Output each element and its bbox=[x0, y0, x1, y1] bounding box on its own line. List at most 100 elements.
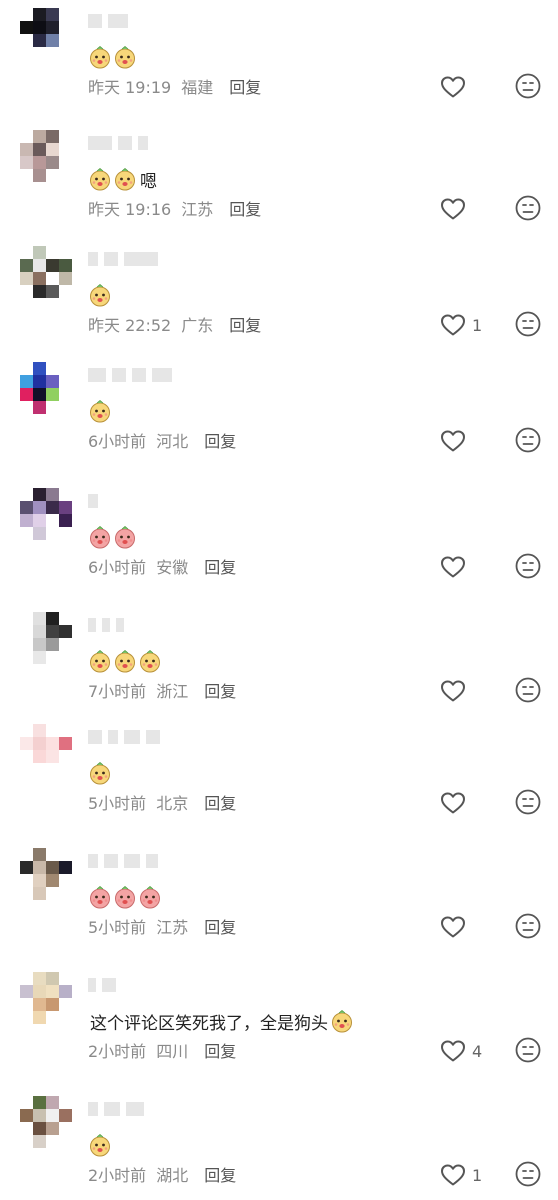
like-button[interactable] bbox=[440, 426, 466, 456]
like-button[interactable] bbox=[440, 676, 466, 706]
comment-time: 5小时前 bbox=[88, 918, 147, 937]
heart-icon bbox=[440, 679, 466, 703]
comment-body: 这个评论区笑死我了，全是狗头 bbox=[88, 1006, 355, 1036]
username-blurred[interactable] bbox=[88, 616, 124, 634]
comment-body bbox=[88, 280, 113, 310]
comment-time: 昨天 22:52 bbox=[88, 316, 172, 335]
comment-location: 江苏 bbox=[181, 200, 214, 219]
dislike-face-icon[interactable] bbox=[515, 677, 541, 703]
heart-icon bbox=[440, 197, 466, 221]
like-button[interactable] bbox=[440, 194, 466, 224]
like-button[interactable] bbox=[440, 552, 466, 582]
comment-meta: 6小时前 安徽 回复 bbox=[88, 554, 236, 578]
avatar[interactable] bbox=[20, 724, 72, 776]
username-blurred[interactable] bbox=[88, 852, 158, 870]
reply-button[interactable]: 回复 bbox=[204, 914, 236, 938]
like-button[interactable] bbox=[440, 788, 466, 818]
doge-emoji-icon bbox=[88, 167, 112, 191]
reply-button[interactable]: 回复 bbox=[204, 554, 236, 578]
reply-button[interactable]: 回复 bbox=[204, 790, 236, 814]
heart-icon bbox=[440, 1163, 466, 1187]
doge-emoji-icon bbox=[138, 885, 162, 909]
comment-meta: 昨天 19:19 福建 回复 bbox=[88, 74, 261, 98]
like-button[interactable] bbox=[440, 72, 466, 102]
like-button[interactable]: 1 bbox=[440, 1160, 482, 1190]
avatar[interactable] bbox=[20, 362, 72, 414]
like-count: 1 bbox=[472, 1165, 483, 1185]
doge-emoji-icon bbox=[113, 45, 137, 69]
comment-location: 北京 bbox=[156, 794, 189, 813]
heart-icon bbox=[440, 429, 466, 453]
comment-time: 2小时前 bbox=[88, 1042, 147, 1061]
like-button[interactable]: 4 bbox=[440, 1036, 482, 1066]
comment-body bbox=[88, 396, 113, 426]
dislike-face-icon[interactable] bbox=[515, 73, 541, 99]
reply-button[interactable]: 回复 bbox=[204, 1162, 236, 1186]
heart-icon bbox=[440, 1039, 466, 1063]
dislike-face-icon[interactable] bbox=[515, 553, 541, 579]
dislike-face-icon[interactable] bbox=[515, 1037, 541, 1063]
username-blurred[interactable] bbox=[88, 728, 160, 746]
reply-button[interactable]: 回复 bbox=[229, 74, 261, 98]
doge-emoji-icon bbox=[138, 649, 162, 673]
doge-emoji-icon bbox=[330, 1009, 354, 1033]
avatar[interactable] bbox=[20, 488, 72, 540]
comment-location: 广东 bbox=[181, 316, 214, 335]
dislike-face-icon[interactable] bbox=[515, 195, 541, 221]
avatar[interactable] bbox=[20, 1096, 72, 1148]
username-blurred[interactable] bbox=[88, 492, 98, 510]
heart-icon bbox=[440, 313, 466, 337]
reply-button[interactable]: 回复 bbox=[229, 312, 261, 336]
comment-meta: 昨天 22:52 广东 回复 bbox=[88, 312, 261, 336]
comment-location: 福建 bbox=[181, 78, 214, 97]
comment-time: 6小时前 bbox=[88, 558, 147, 577]
reply-button[interactable]: 回复 bbox=[204, 428, 236, 452]
comment-text: 这个评论区笑死我了，全是狗头 bbox=[90, 1013, 328, 1034]
like-button[interactable] bbox=[440, 912, 466, 942]
avatar[interactable] bbox=[20, 848, 72, 900]
doge-emoji-icon bbox=[88, 649, 112, 673]
username-blurred[interactable] bbox=[88, 12, 128, 30]
doge-emoji-icon bbox=[88, 283, 112, 307]
dislike-face-icon[interactable] bbox=[515, 311, 541, 337]
username-blurred[interactable] bbox=[88, 250, 158, 268]
avatar[interactable] bbox=[20, 130, 72, 182]
comment-meta: 6小时前 河北 回复 bbox=[88, 428, 236, 452]
heart-icon bbox=[440, 75, 466, 99]
comment-time: 7小时前 bbox=[88, 682, 147, 701]
comment-time: 昨天 19:19 bbox=[88, 78, 172, 97]
doge-emoji-icon bbox=[88, 885, 112, 909]
comment-body bbox=[88, 882, 163, 912]
like-button[interactable]: 1 bbox=[440, 310, 482, 340]
avatar[interactable] bbox=[20, 246, 72, 298]
heart-icon bbox=[440, 791, 466, 815]
comment-body bbox=[88, 646, 163, 676]
dislike-face-icon[interactable] bbox=[515, 913, 541, 939]
username-blurred[interactable] bbox=[88, 366, 172, 384]
heart-icon bbox=[440, 555, 466, 579]
comment-time: 5小时前 bbox=[88, 794, 147, 813]
reply-button[interactable]: 回复 bbox=[204, 678, 236, 702]
dislike-face-icon[interactable] bbox=[515, 1161, 541, 1187]
username-blurred[interactable] bbox=[88, 976, 116, 994]
avatar[interactable] bbox=[20, 8, 72, 60]
dislike-face-icon[interactable] bbox=[515, 789, 541, 815]
reply-button[interactable]: 回复 bbox=[229, 196, 261, 220]
comment-body bbox=[88, 1130, 113, 1160]
comment-meta: 昨天 19:16 江苏 回复 bbox=[88, 196, 261, 220]
avatar[interactable] bbox=[20, 612, 72, 664]
reply-button[interactable]: 回复 bbox=[204, 1038, 236, 1062]
comment-location: 江苏 bbox=[156, 918, 189, 937]
dislike-face-icon[interactable] bbox=[515, 427, 541, 453]
like-count: 1 bbox=[472, 315, 483, 335]
doge-emoji-icon bbox=[88, 1133, 112, 1157]
heart-icon bbox=[440, 915, 466, 939]
comment-body bbox=[88, 42, 138, 72]
username-blurred[interactable] bbox=[88, 1100, 144, 1118]
username-blurred[interactable] bbox=[88, 134, 148, 152]
comment-body bbox=[88, 758, 113, 788]
doge-emoji-icon bbox=[88, 525, 112, 549]
avatar[interactable] bbox=[20, 972, 72, 1024]
comment-location: 浙江 bbox=[156, 682, 189, 701]
comment-meta: 5小时前 北京 回复 bbox=[88, 790, 236, 814]
